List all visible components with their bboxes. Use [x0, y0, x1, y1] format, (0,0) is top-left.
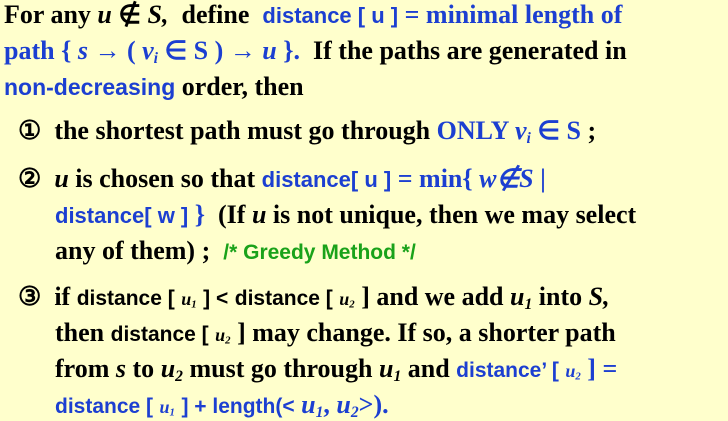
brace: }	[194, 200, 205, 229]
marker-2: ②	[18, 164, 42, 193]
text: For any	[4, 0, 91, 29]
var-u1: u1	[301, 390, 324, 421]
text: is not unique, then we may select	[272, 200, 637, 229]
text: from	[55, 354, 110, 383]
item-2-line-2: distance[ w ] } (If u is not unique, the…	[55, 200, 636, 230]
intro-line-1: For any u ∉ S, define distance [ u ] = m…	[4, 0, 622, 30]
item-2-line-3: any of them) ; /* Greedy Method */	[55, 236, 416, 266]
in-S: ∈ S )	[164, 36, 224, 65]
distance-u: distance[ u ]	[261, 167, 392, 192]
text: >).	[358, 390, 389, 419]
text: any of them) ;	[55, 236, 211, 265]
var-u1: u1	[378, 354, 402, 385]
var-u1: u1	[181, 289, 197, 311]
distance-label: distance [	[234, 287, 333, 310]
intro-line-2: path { s → ( vi ∈ S ) → u }. If the path…	[4, 36, 627, 66]
marker-1: ①	[18, 116, 42, 145]
notin-symbol: ∉	[118, 0, 142, 29]
var-s: s	[115, 354, 127, 383]
text: the shortest path must go through	[54, 116, 431, 145]
arrow: →	[229, 36, 256, 65]
text: into	[538, 282, 583, 311]
text: define	[181, 0, 250, 29]
in-S: ∈ S	[537, 116, 581, 145]
text: path	[4, 36, 55, 65]
comma: ,	[323, 390, 330, 419]
var-S: S,	[588, 282, 610, 311]
distance-prime: distance’ [	[456, 359, 559, 382]
var-s: s	[77, 36, 88, 65]
text: ] and we add	[361, 282, 504, 311]
var-u2: u2	[215, 325, 231, 347]
var-vi: vi	[142, 36, 159, 67]
bar: |	[540, 164, 546, 193]
non-decreasing: non-decreasing	[4, 74, 176, 100]
var-u2: u2	[160, 354, 183, 385]
arrow: → (	[94, 36, 136, 65]
distance-label: distance [	[76, 287, 175, 310]
var-u: u	[54, 164, 69, 193]
text: ;	[587, 116, 597, 145]
var-u1: u1	[510, 282, 533, 313]
var-u2: u2	[565, 361, 581, 383]
item-3-line-1: ③ if distance [ u1 ] < distance [ u2 ] a…	[18, 282, 610, 312]
text: ] may change. If so, a shorter path	[237, 318, 616, 347]
only: ONLY	[436, 116, 509, 145]
text: if	[54, 282, 71, 311]
text: If the paths are generated in	[313, 36, 627, 65]
text: is chosen so that	[75, 164, 256, 193]
item-1: ① the shortest path must go through ONLY…	[18, 116, 596, 146]
item-2-line-1: ② u is chosen so that distance[ u ] = mi…	[18, 164, 546, 194]
item-3-line-2: then distance [ u2 ] may change. If so, …	[55, 318, 616, 348]
var-vi: vi	[514, 116, 531, 147]
text: order, then	[181, 72, 304, 101]
text: (If	[218, 200, 246, 229]
distance-label: distance [	[110, 323, 209, 346]
marker-3: ③	[18, 282, 42, 311]
slide: { "intro": { "for_any": "For any", "u": …	[0, 0, 728, 421]
text: ] <	[203, 287, 229, 310]
text: to	[132, 354, 155, 383]
text: and	[407, 354, 450, 383]
brace: }.	[283, 36, 301, 65]
text: must go through	[189, 354, 373, 383]
item-3-line-4: distance [ u1 ] + length(< u1, u2>).	[55, 390, 389, 420]
text: = minimal length of	[404, 0, 623, 29]
distance-w: distance[ w ]	[55, 203, 189, 228]
distance-label: distance [	[55, 395, 154, 418]
eq-min: = min{	[397, 164, 473, 193]
var-u2: u2	[336, 390, 359, 421]
greedy-comment: /* Greedy Method */	[223, 241, 416, 264]
w-notin-S: w∉S	[479, 164, 534, 193]
text: ] =	[587, 354, 618, 383]
distance-u: distance [ u ]	[262, 3, 399, 28]
length-expr: ] + length(<	[181, 395, 295, 418]
var-u: u	[251, 200, 267, 229]
item-3-line-3: from s to u2 must go through u1 and dist…	[55, 354, 617, 384]
brace: {	[61, 36, 72, 65]
text: then	[55, 318, 105, 347]
var-u2: u2	[339, 289, 355, 311]
var-S: S,	[147, 0, 169, 29]
var-u1: u1	[159, 397, 175, 419]
var-u: u	[262, 36, 277, 65]
intro-line-3: non-decreasing order, then	[4, 72, 304, 102]
var-u: u	[97, 0, 112, 29]
